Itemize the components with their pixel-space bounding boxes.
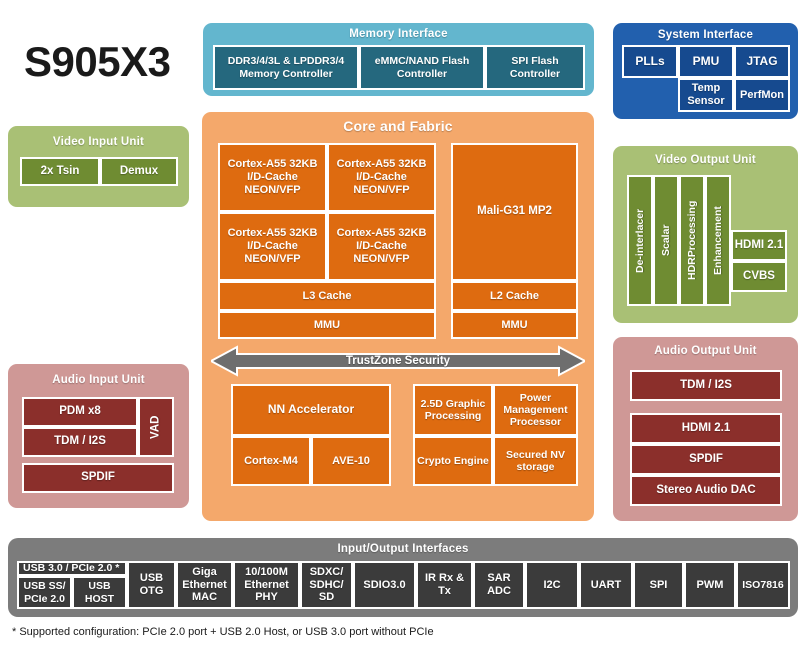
memory-block-emmc-nand-flash-controller: eMMC/NAND Flash Controller bbox=[359, 45, 485, 90]
system-block-pmu: PMU bbox=[678, 45, 734, 78]
l3-cache-block: L3 Cache bbox=[218, 281, 436, 311]
io-block-sar-adc: SAR ADC bbox=[473, 561, 525, 609]
memory-block-spi-flash-controller: SPI Flash Controller bbox=[485, 45, 585, 90]
video-output-block-enhancement: Enhancement bbox=[705, 175, 731, 306]
audio-input-unit-title: Audio Input Unit bbox=[52, 374, 145, 386]
audio-output-unit-panel: Audio Output Unit TDM / I2S HDMI 2.1 SPD… bbox=[613, 337, 798, 521]
video-output-unit-title: Video Output Unit bbox=[655, 154, 756, 166]
video-output-block-cvbs: CVBS bbox=[731, 261, 787, 292]
video-output-block-hdr-processing: HDRProcessing bbox=[679, 175, 705, 306]
cpu-core-3: Cortex-A55 32KB I/D-Cache NEON/VFP bbox=[327, 212, 436, 281]
io-block-spi: SPI bbox=[633, 561, 684, 609]
audio-input-block-spdif: SPDIF bbox=[22, 463, 174, 493]
video-input-unit-panel: Video Input Unit 2x Tsin Demux bbox=[8, 126, 189, 207]
video-output-block-de-interlacer: De-interlacer bbox=[627, 175, 653, 306]
trustzone-security-arrow: TrustZone Security bbox=[211, 345, 585, 377]
io-block-pwm: PWM bbox=[684, 561, 736, 609]
gpu-mmu-block: MMU bbox=[451, 311, 578, 339]
memory-interface-panel: Memory Interface DDR3/4/3L & LPDDR3/4 Me… bbox=[203, 23, 594, 96]
core-and-fabric-title: Core and Fabric bbox=[343, 118, 453, 134]
io-block-ethernet-phy: 10/100M Ethernet PHY bbox=[233, 561, 300, 609]
crypto-engine-block: Crypto Engine bbox=[413, 436, 493, 486]
memory-interface-title: Memory Interface bbox=[349, 28, 448, 40]
video-output-unit-panel: Video Output Unit De-interlacer Scalar H… bbox=[613, 146, 798, 323]
video-input-block-demux: Demux bbox=[100, 157, 178, 186]
io-interfaces-panel: Input/Output Interfaces USB 3.0 / PCIe 2… bbox=[8, 538, 798, 617]
soc-block-diagram: S905X3 Memory Interface DDR3/4/3L & LPDD… bbox=[0, 0, 806, 647]
cpu-mmu-block: MMU bbox=[218, 311, 436, 339]
io-block-uart: UART bbox=[579, 561, 633, 609]
l2-cache-block: L2 Cache bbox=[451, 281, 578, 311]
audio-output-block-stereo-dac: Stereo Audio DAC bbox=[630, 475, 782, 506]
footnote-text: * Supported configuration: PCIe 2.0 port… bbox=[12, 626, 434, 638]
io-block-usb-otg: USB OTG bbox=[127, 561, 176, 609]
nn-accelerator-block: NN Accelerator bbox=[231, 384, 391, 436]
graphic-2-5d-block: 2.5D Graphic Processing bbox=[413, 384, 493, 436]
audio-input-block-tdm-i2s: TDM / I2S bbox=[22, 427, 138, 457]
core-and-fabric-panel: Core and Fabric Cortex-A55 32KB I/D-Cach… bbox=[202, 112, 594, 521]
audio-input-unit-panel: Audio Input Unit PDM x8 TDM / I2S VAD SP… bbox=[8, 364, 189, 508]
io-interfaces-title: Input/Output Interfaces bbox=[337, 543, 469, 555]
audio-output-unit-title: Audio Output Unit bbox=[654, 345, 757, 357]
cpu-core-2: Cortex-A55 32KB I/D-Cache NEON/VFP bbox=[218, 212, 327, 281]
power-management-processor-block: Power Management Processor bbox=[493, 384, 578, 436]
video-input-block-tsin: 2x Tsin bbox=[20, 157, 100, 186]
audio-output-block-hdmi: HDMI 2.1 bbox=[630, 413, 782, 444]
system-block-temp-sensor: Temp Sensor bbox=[678, 78, 734, 112]
video-input-unit-title: Video Input Unit bbox=[52, 136, 145, 148]
memory-block-ddr-controller: DDR3/4/3L & LPDDR3/4 Memory Controller bbox=[213, 45, 359, 90]
audio-output-block-tdm-i2s: TDM / I2S bbox=[630, 370, 782, 401]
io-block-ir-rx-tx: IR Rx & Tx bbox=[416, 561, 473, 609]
video-output-block-hdmi: HDMI 2.1 bbox=[731, 230, 787, 261]
trustzone-security-label: TrustZone Security bbox=[345, 355, 451, 367]
io-block-usb3-pcie-note: USB 3.0 / PCIe 2.0 * bbox=[17, 561, 127, 576]
cpu-core-0: Cortex-A55 32KB I/D-Cache NEON/VFP bbox=[218, 143, 327, 212]
system-block-perfmon: PerfMon bbox=[734, 78, 790, 112]
video-output-block-scalar: Scalar bbox=[653, 175, 679, 306]
system-block-plls: PLLs bbox=[622, 45, 678, 78]
audio-input-block-pdm: PDM x8 bbox=[22, 397, 138, 427]
chip-title: S905X3 bbox=[24, 38, 171, 85]
io-block-sdxc-sdhc-sd: SDXC/ SDHC/ SD bbox=[300, 561, 353, 609]
gpu-mali-g31-block: Mali-G31 MP2 bbox=[451, 143, 578, 281]
system-block-jtag: JTAG bbox=[734, 45, 790, 78]
secured-nv-storage-block: Secured NV storage bbox=[493, 436, 578, 486]
system-interface-title: System Interface bbox=[657, 29, 754, 41]
audio-input-block-vad: VAD bbox=[138, 397, 174, 457]
io-block-giga-ethernet-mac: Giga Ethernet MAC bbox=[176, 561, 233, 609]
cortex-m4-block: Cortex-M4 bbox=[231, 436, 311, 486]
io-block-iso7816: ISO7816 bbox=[736, 561, 790, 609]
system-interface-panel: System Interface PLLs PMU JTAG Temp Sens… bbox=[613, 23, 798, 119]
io-block-usb-host: USB HOST bbox=[72, 576, 127, 609]
ave-10-block: AVE-10 bbox=[311, 436, 391, 486]
audio-output-block-spdif: SPDIF bbox=[630, 444, 782, 475]
io-block-usb-ss-pcie: USB SS/ PCIe 2.0 bbox=[17, 576, 72, 609]
io-block-i2c: I2C bbox=[525, 561, 579, 609]
cpu-core-1: Cortex-A55 32KB I/D-Cache NEON/VFP bbox=[327, 143, 436, 212]
io-block-sdio3: SDIO3.0 bbox=[353, 561, 416, 609]
